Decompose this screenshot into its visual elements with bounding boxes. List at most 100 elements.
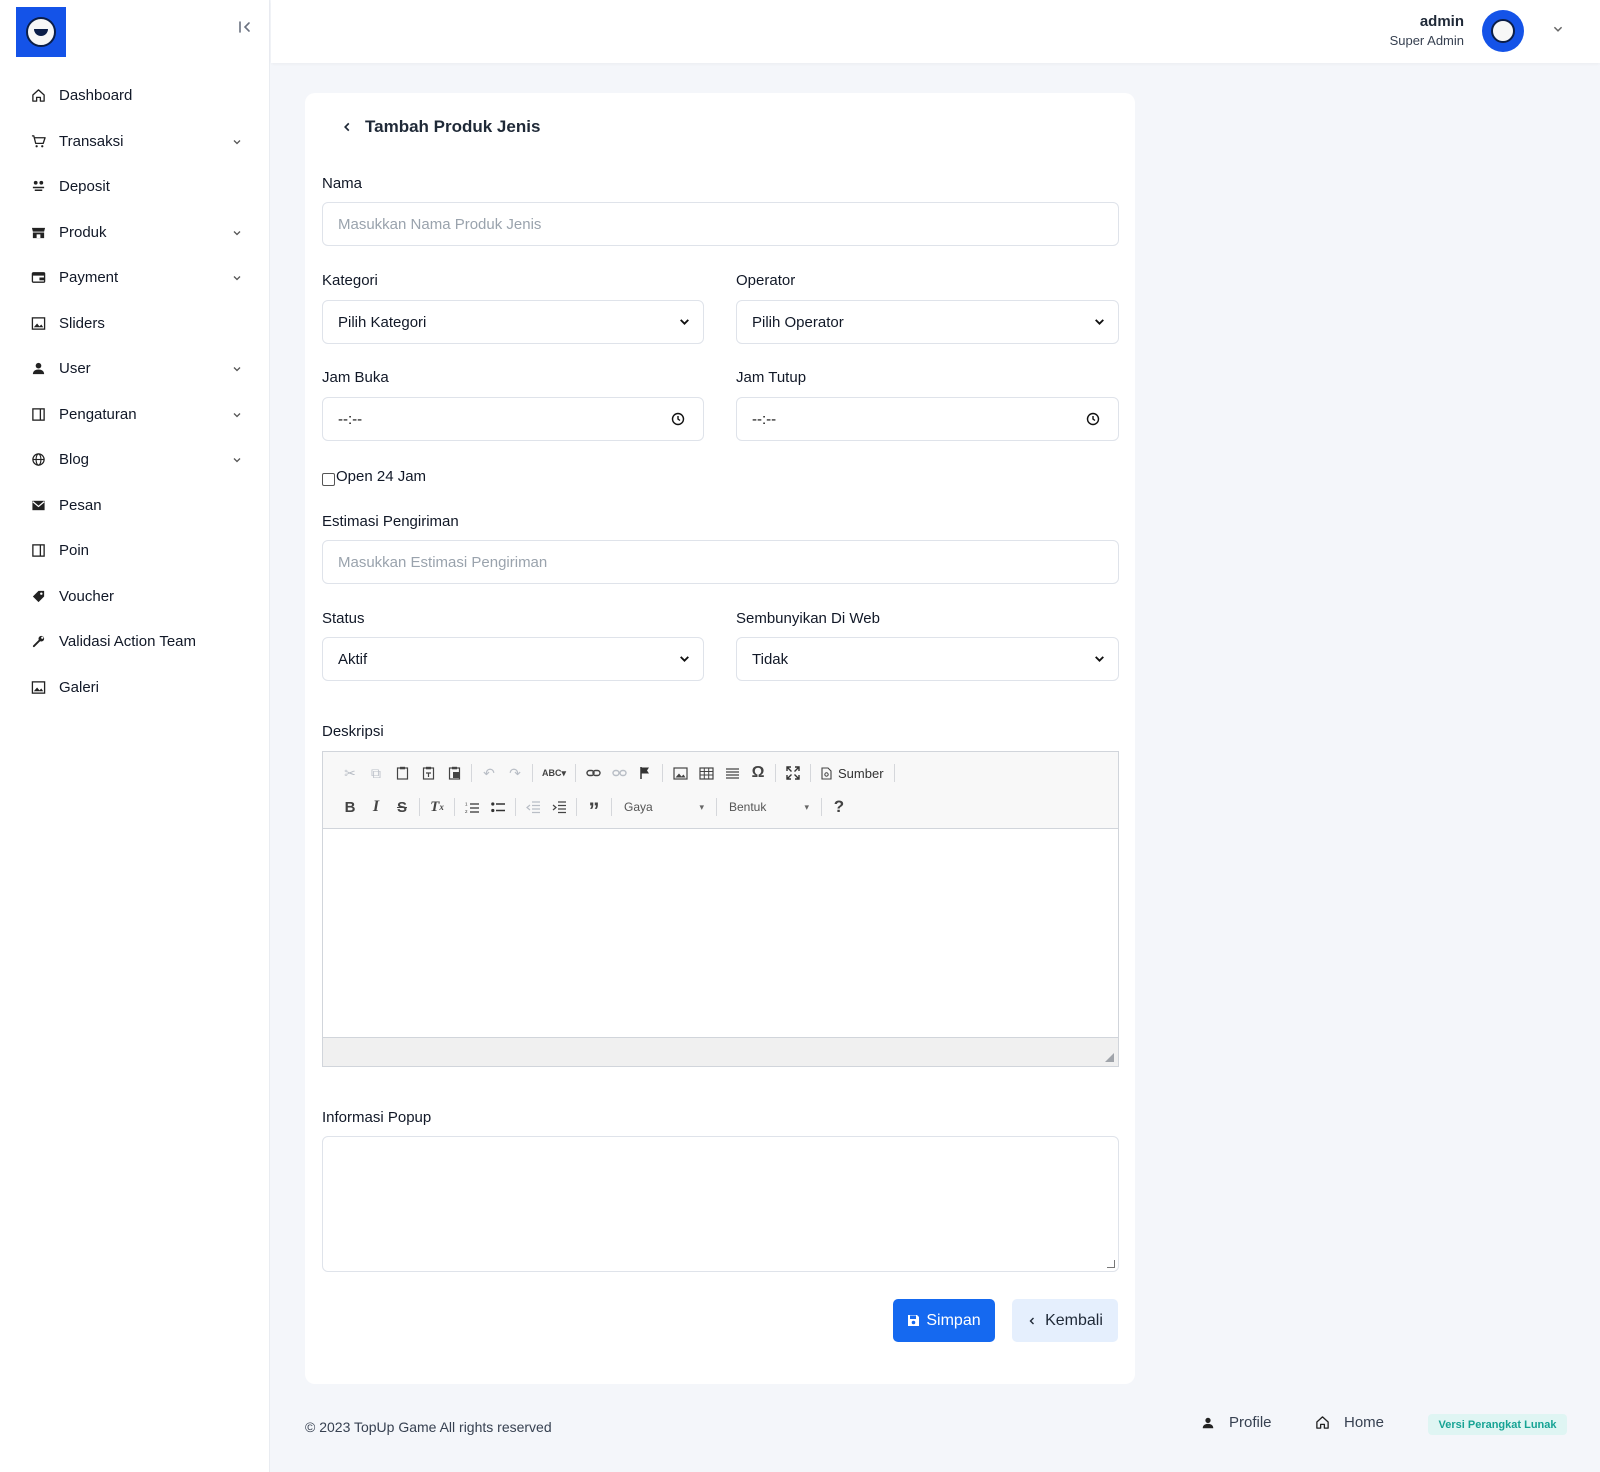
link-icon[interactable]	[580, 761, 606, 785]
chevron-down-icon	[678, 315, 691, 332]
footer-home-label: Home	[1344, 1414, 1385, 1431]
footer-profile-link[interactable]: Profile	[1201, 1414, 1272, 1431]
sembunyikan-label: Sembunyikan Di Web	[736, 610, 880, 627]
italic-icon[interactable]: I	[363, 795, 389, 819]
anchor-flag-icon[interactable]	[632, 761, 658, 785]
image-icon	[30, 679, 46, 695]
clock-icon[interactable]	[1086, 412, 1100, 430]
special-char-omega-icon[interactable]: Ω	[745, 761, 771, 785]
sidebar-item-poin[interactable]: Poin	[0, 528, 270, 574]
form-card: Tambah Produk Jenis Nama Masukkan Nama P…	[305, 93, 1135, 1384]
jam-buka-time-input[interactable]: --:--	[322, 397, 704, 441]
sidebar-item-validasi-action-team[interactable]: Validasi Action Team	[0, 619, 270, 665]
toolbar-separator	[575, 764, 576, 782]
bold-icon[interactable]: B	[337, 795, 363, 819]
dropdown-arrow-icon: ▾	[804, 801, 809, 812]
paste-word-icon[interactable]	[441, 761, 467, 785]
footer-profile-label: Profile	[1229, 1414, 1272, 1431]
clock-icon[interactable]	[671, 412, 685, 430]
horizontal-line-icon[interactable]	[719, 761, 745, 785]
back-button[interactable]: Kembali	[1012, 1299, 1118, 1342]
blockquote-icon[interactable]: ”	[581, 795, 607, 823]
jam-tutup-time-input[interactable]: --:--	[736, 397, 1119, 441]
sidebar-item-produk[interactable]: Produk	[0, 210, 270, 256]
sidebar-item-label: Galeri	[59, 678, 100, 696]
open24-checkbox[interactable]	[322, 473, 335, 486]
user-menu-chevron-down-icon[interactable]	[1552, 22, 1564, 40]
editor-content-area[interactable]	[323, 829, 1118, 1037]
jam-tutup-label: Jam Tutup	[736, 369, 807, 386]
toolbar-separator	[662, 764, 663, 782]
brand-logo[interactable]	[16, 7, 66, 57]
cut-icon[interactable]: ✂	[337, 761, 363, 785]
paste-icon[interactable]	[389, 761, 415, 785]
undo-icon[interactable]: ↶	[476, 761, 502, 785]
status-select[interactable]: Aktif	[322, 637, 704, 681]
unlink-icon[interactable]	[606, 761, 632, 785]
redo-icon[interactable]: ↷	[502, 761, 528, 785]
outdent-icon[interactable]	[520, 795, 546, 819]
wallet-icon	[30, 270, 46, 286]
sidebar-item-user[interactable]: User	[0, 346, 270, 392]
numbered-list-icon[interactable]: 12	[459, 795, 485, 819]
sidebar-item-galeri[interactable]: Galeri	[0, 665, 270, 711]
sembunyikan-select[interactable]: Tidak	[736, 637, 1119, 681]
resize-handle-icon[interactable]	[1105, 1053, 1114, 1062]
estimasi-input[interactable]: Masukkan Estimasi Pengiriman	[322, 540, 1119, 584]
svg-text:2: 2	[465, 809, 468, 814]
user-icon	[1201, 1416, 1215, 1430]
version-badge[interactable]: Versi Perangkat Lunak	[1428, 1414, 1567, 1435]
footer-home-link[interactable]: Home	[1315, 1414, 1384, 1431]
paste-text-icon[interactable]	[415, 761, 441, 785]
popup-textarea[interactable]	[322, 1136, 1119, 1272]
kategori-select[interactable]: Pilih Kategori	[322, 300, 704, 344]
table-icon[interactable]	[693, 761, 719, 785]
sidebar-item-label: User	[59, 360, 91, 378]
sidebar-item-label: Poin	[59, 542, 90, 560]
textarea-resize-grip-icon[interactable]	[1107, 1260, 1115, 1268]
sidebar-item-pengaturan[interactable]: Pengaturan	[0, 392, 270, 438]
status-label: Status	[322, 610, 365, 627]
kategori-label: Kategori	[322, 272, 378, 289]
format-combo[interactable]: Bentuk ▾	[721, 795, 817, 819]
operator-select[interactable]: Pilih Operator	[736, 300, 1119, 344]
image-icon[interactable]	[667, 761, 693, 785]
status-selected-value: Aktif	[338, 650, 368, 668]
sidebar-item-transaksi[interactable]: Transaksi	[0, 119, 270, 165]
sidebar-item-blog[interactable]: Blog	[0, 437, 270, 483]
style-combo[interactable]: Gaya ▾	[616, 795, 712, 819]
sidebar-item-voucher[interactable]: Voucher	[0, 574, 270, 620]
avatar[interactable]	[1482, 10, 1524, 52]
source-button[interactable]: Sumber	[815, 761, 890, 785]
indent-icon[interactable]	[546, 795, 572, 819]
toolbar-separator	[471, 764, 472, 782]
sembunyikan-selected-value: Tidak	[752, 650, 789, 668]
editor-status-bar	[323, 1037, 1118, 1066]
sidebar-item-sliders[interactable]: Sliders	[0, 301, 270, 347]
sidebar-item-label: Produk	[59, 223, 107, 241]
chevron-left-icon[interactable]	[341, 119, 357, 135]
remove-format-icon[interactable]: Tx	[424, 795, 450, 819]
sidebar-item-dashboard[interactable]: Dashboard	[0, 73, 270, 119]
collapse-sidebar-icon[interactable]	[236, 20, 254, 40]
panel-icon	[30, 543, 46, 559]
mascot-logo-icon	[26, 17, 56, 47]
deskripsi-rich-text-editor: ✂ ⧉ ↶ ↷ ABC▾ Ω Sumber B I S T x 1 2 ” Ga…	[322, 751, 1119, 1067]
sidebar-item-pesan[interactable]: Pesan	[0, 483, 270, 529]
copy-icon[interactable]: ⧉	[363, 761, 389, 785]
nama-input[interactable]: Masukkan Nama Produk Jenis	[322, 202, 1119, 246]
back-button-label: Kembali	[1045, 1311, 1103, 1329]
spellcheck-icon[interactable]: ABC▾	[537, 761, 571, 785]
save-button[interactable]: Simpan	[893, 1299, 995, 1342]
sidebar-item-payment[interactable]: Payment	[0, 255, 270, 301]
chevron-down-icon	[1093, 315, 1106, 332]
maximize-icon[interactable]	[780, 761, 806, 785]
format-combo-label: Bentuk	[729, 800, 767, 814]
bullet-list-icon[interactable]	[485, 795, 511, 819]
sidebar-item-deposit[interactable]: Deposit	[0, 164, 270, 210]
strikethrough-icon[interactable]: S	[389, 795, 415, 819]
open24-row: Open 24 Jam	[322, 467, 426, 486]
sidebar-item-label: Payment	[59, 269, 119, 287]
topbar: admin Super Admin	[271, 0, 1600, 63]
help-question-icon[interactable]: ?	[826, 795, 852, 819]
